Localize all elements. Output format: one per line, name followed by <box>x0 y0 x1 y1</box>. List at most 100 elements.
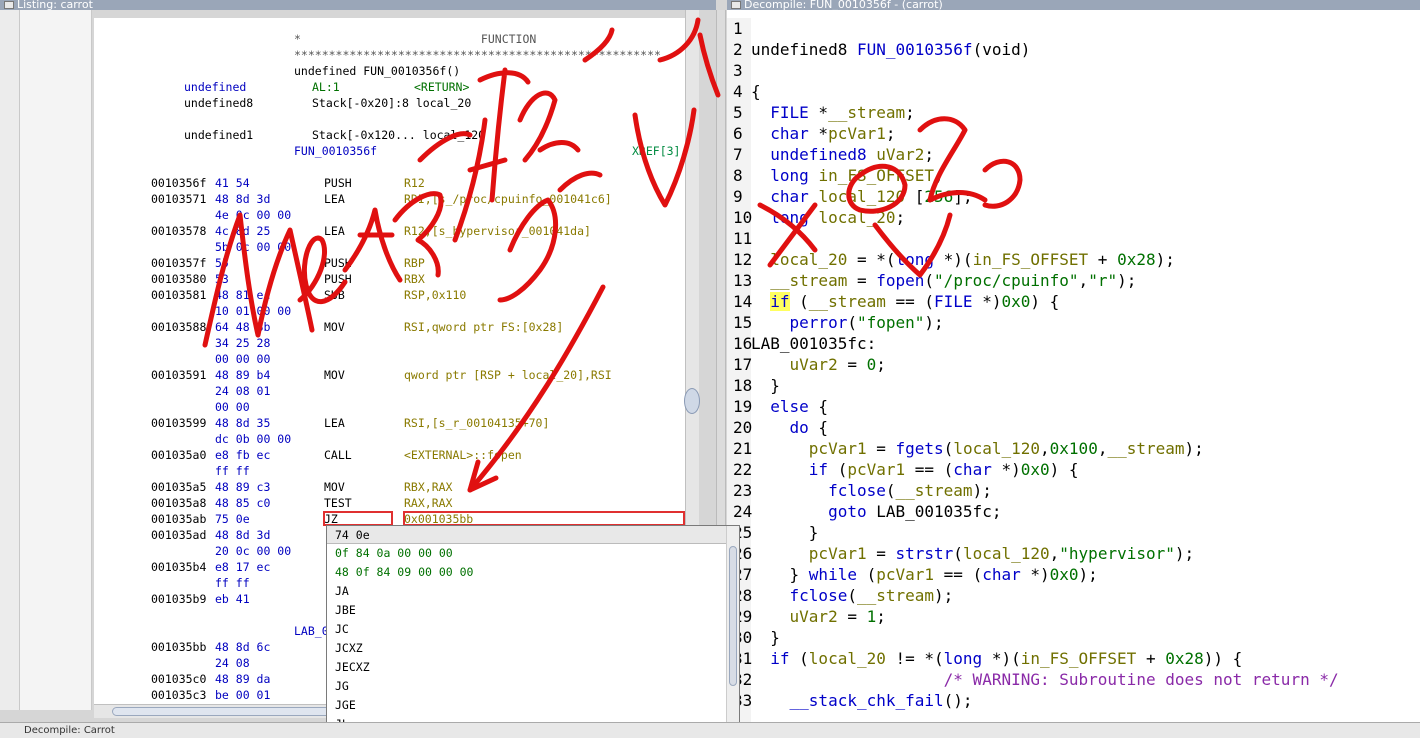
instruction-address[interactable]: 001035b4 <box>151 559 206 575</box>
instruction-address[interactable]: 00103571 <box>151 191 206 207</box>
instruction-operands[interactable]: R12,[s_hypervisor_001041da] <box>404 223 591 239</box>
popup-option[interactable]: 48 0f 84 09 00 00 00 <box>335 563 473 582</box>
code-line[interactable]: } <box>751 627 780 648</box>
code-line[interactable]: { <box>751 81 761 102</box>
instruction-address[interactable]: 00103599 <box>151 415 206 431</box>
code-line[interactable]: if (pcVar1 == (char *)0x0) { <box>751 459 1079 480</box>
instruction-mnemonic[interactable]: MOV <box>324 367 345 383</box>
instruction-bytes: 00 00 <box>215 400 250 414</box>
instruction-mnemonic[interactable]: PUSH <box>324 255 352 271</box>
code-line[interactable]: undefined8 FUN_0010356f(void) <box>751 39 1030 60</box>
instruction-operands[interactable]: RSP,0x110 <box>404 287 466 303</box>
instruction-mnemonic[interactable]: LEA <box>324 415 345 431</box>
code-token: 0x28 <box>1165 649 1204 668</box>
code-line[interactable]: do { <box>751 417 829 438</box>
listing-header-text: Stack[-0x120... local_120 <box>312 128 486 142</box>
mnemonic-edit-box[interactable] <box>323 511 393 526</box>
instruction-mnemonic[interactable]: MOV <box>324 479 345 495</box>
instruction-operands[interactable]: RSI,[s_r_00104135+70] <box>404 415 549 431</box>
instruction-address[interactable]: 001035ad <box>151 527 206 543</box>
code-line[interactable]: char *pcVar1; <box>751 123 895 144</box>
instruction-mnemonic[interactable]: TEST <box>324 495 352 511</box>
code-line[interactable]: /* WARNING: Subroutine does not return *… <box>751 669 1339 690</box>
code-line[interactable]: else { <box>751 396 828 417</box>
instruction-operands[interactable]: RSI,qword ptr FS:[0x28] <box>404 319 563 335</box>
code-line[interactable]: fclose(__stream); <box>751 585 954 606</box>
operand-edit-box[interactable] <box>403 511 685 526</box>
popup-option[interactable]: JA <box>335 582 349 601</box>
code-line[interactable]: fclose(__stream); <box>751 480 992 501</box>
code-line[interactable]: pcVar1 = fgets(local_120,0x100,__stream)… <box>751 438 1204 459</box>
instruction-operands[interactable]: RDI,[s_/proc/cpuinfo_001041c6] <box>404 191 612 207</box>
instruction-operands[interactable]: RAX,RAX <box>404 495 452 511</box>
code-token: *)( <box>982 649 1021 668</box>
popup-option[interactable]: 0f 84 0a 00 00 00 <box>335 544 453 563</box>
instruction-address[interactable]: 00103578 <box>151 223 206 239</box>
code-line[interactable]: if (__stream == (FILE *)0x0) { <box>751 291 1059 312</box>
instruction-address[interactable]: 001035bb <box>151 639 206 655</box>
popup-option[interactable]: JG <box>335 677 349 696</box>
code-line[interactable]: pcVar1 = strstr(local_120,"hypervisor"); <box>751 543 1194 564</box>
instruction-mnemonic[interactable]: LEA <box>324 191 345 207</box>
code-line[interactable]: uVar2 = 0; <box>751 354 886 375</box>
listing-titlebar[interactable]: Listing: carrot <box>0 0 716 10</box>
code-token: pcVar1 <box>828 124 886 143</box>
code-line[interactable]: __stream = fopen("/proc/cpuinfo","r"); <box>751 270 1136 291</box>
code-line[interactable]: long in_FS_OFFSET; <box>751 165 943 186</box>
instruction-operands[interactable]: <EXTERNAL>::fopen <box>404 447 522 463</box>
instruction-address[interactable]: 0010357f <box>151 255 206 271</box>
popup-option[interactable]: JCXZ <box>335 639 363 658</box>
instruction-operands[interactable]: RBX <box>404 271 425 287</box>
instruction-operands[interactable]: qword ptr [RSP + local_20],RSI <box>404 367 612 383</box>
instruction-address[interactable]: 00103588 <box>151 319 206 335</box>
instruction-address[interactable]: 001035a8 <box>151 495 206 511</box>
scrollbar-thumb[interactable] <box>729 546 737 686</box>
instruction-address[interactable]: 001035c3 <box>151 687 206 703</box>
code-line[interactable]: goto LAB_001035fc; <box>751 501 1001 522</box>
instruction-mnemonic[interactable]: LEA <box>324 223 345 239</box>
popup-option[interactable]: JC <box>335 620 349 639</box>
popup-option[interactable]: JECXZ <box>335 658 370 677</box>
instruction-mnemonic[interactable]: PUSH <box>324 271 352 287</box>
instruction-address[interactable]: 00103580 <box>151 271 206 287</box>
code-line[interactable]: uVar2 = 1; <box>751 606 886 627</box>
popup-option[interactable]: JGE <box>335 696 356 715</box>
instruction-operands[interactable]: RBP <box>404 255 425 271</box>
instruction-mnemonic[interactable]: MOV <box>324 319 345 335</box>
instruction-address[interactable]: 00103581 <box>151 287 206 303</box>
code-line[interactable]: long local_20; <box>751 207 905 228</box>
code-line[interactable]: local_20 = *(long *)(in_FS_OFFSET + 0x28… <box>751 249 1175 270</box>
instruction-address[interactable]: 001035a0 <box>151 447 206 463</box>
instruction-address[interactable]: 001035ab <box>151 511 206 527</box>
code-line[interactable]: } while (pcVar1 == (char *)0x0); <box>751 564 1098 585</box>
code-line[interactable]: LAB_001035fc: <box>751 333 876 354</box>
code-line[interactable]: char local_120 [256]; <box>751 186 972 207</box>
scroll-knob[interactable] <box>684 388 700 414</box>
popup-scrollbar[interactable] <box>726 526 739 737</box>
instruction-address[interactable]: 001035c0 <box>151 671 206 687</box>
decompile-titlebar[interactable]: Decompile: FUN_0010356f - (carrot) <box>727 0 1420 10</box>
code-line[interactable]: if (local_20 != *(long *)(in_FS_OFFSET +… <box>751 648 1242 669</box>
decompile-panel[interactable]: 1 2 3 4 5 6 7 8 9 10 11 12 13 14 15 16 17 18 19 20 21 22 23 24 2… <box>727 10 1420 722</box>
code-line[interactable]: __stack_chk_fail(); <box>751 690 973 711</box>
code-line[interactable]: perror("fopen"); <box>751 312 944 333</box>
popup-option[interactable]: JBE <box>335 601 356 620</box>
instruction-address[interactable]: 001035b9 <box>151 591 206 607</box>
instruction-autocomplete-popup[interactable]: 74 0e 0f 84 0a 00 00 00 48 0f 84 09 00 00… <box>326 525 740 738</box>
instruction-mnemonic[interactable]: PUSH <box>324 175 352 191</box>
instruction-address[interactable]: 0010356f <box>151 175 206 191</box>
code-line[interactable]: } <box>751 522 819 543</box>
instruction-bytes: 20 0c 00 00 <box>215 544 292 558</box>
code-line[interactable]: undefined8 uVar2; <box>751 144 934 165</box>
instruction-mnemonic[interactable]: SUB <box>324 287 345 303</box>
instruction-mnemonic[interactable]: CALL <box>324 447 352 463</box>
code-line[interactable]: } <box>751 375 780 396</box>
bottom-tab[interactable]: Decompile: Carrot <box>24 725 115 736</box>
instruction-operands[interactable]: R12 <box>404 175 425 191</box>
instruction-address[interactable]: 001035a5 <box>151 479 206 495</box>
bottom-tab-bar[interactable]: Decompile: Carrot <box>0 722 1420 738</box>
code-line[interactable] <box>751 228 761 249</box>
instruction-operands[interactable]: RBX,RAX <box>404 479 452 495</box>
code-line[interactable]: FILE *__stream; <box>751 102 915 123</box>
instruction-address[interactable]: 00103591 <box>151 367 206 383</box>
